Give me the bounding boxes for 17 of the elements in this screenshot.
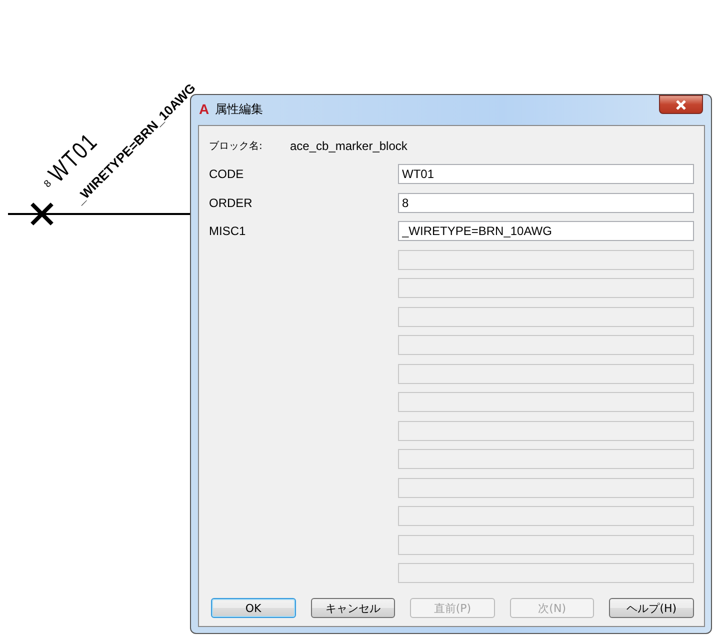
dialog-button[interactable]: OK	[211, 598, 296, 618]
input-field[interactable]: 8	[398, 192, 694, 212]
cross-marker-icon	[30, 202, 54, 226]
close-button[interactable]	[659, 95, 703, 114]
block-name-value: ace_cb_marker_block	[290, 139, 408, 153]
input-field[interactable]: _WIRETYPE=BRN_10AWG	[398, 221, 694, 241]
drawing-label: 8	[42, 179, 54, 190]
input-field[interactable]: WT01	[398, 164, 694, 184]
app-logo: A	[199, 102, 210, 116]
dialog-button[interactable]: ヘルプ(H)	[609, 598, 694, 618]
dialog-button[interactable]: キャンセル	[310, 598, 396, 618]
close-icon	[675, 100, 687, 110]
window-title: 属性編集	[215, 100, 264, 118]
attribute-label: CODE	[209, 167, 245, 181]
attribute-label: ORDER	[209, 196, 254, 210]
attribute-label: MISC1	[209, 224, 247, 238]
block-name-label: ブロック名:	[209, 140, 264, 153]
